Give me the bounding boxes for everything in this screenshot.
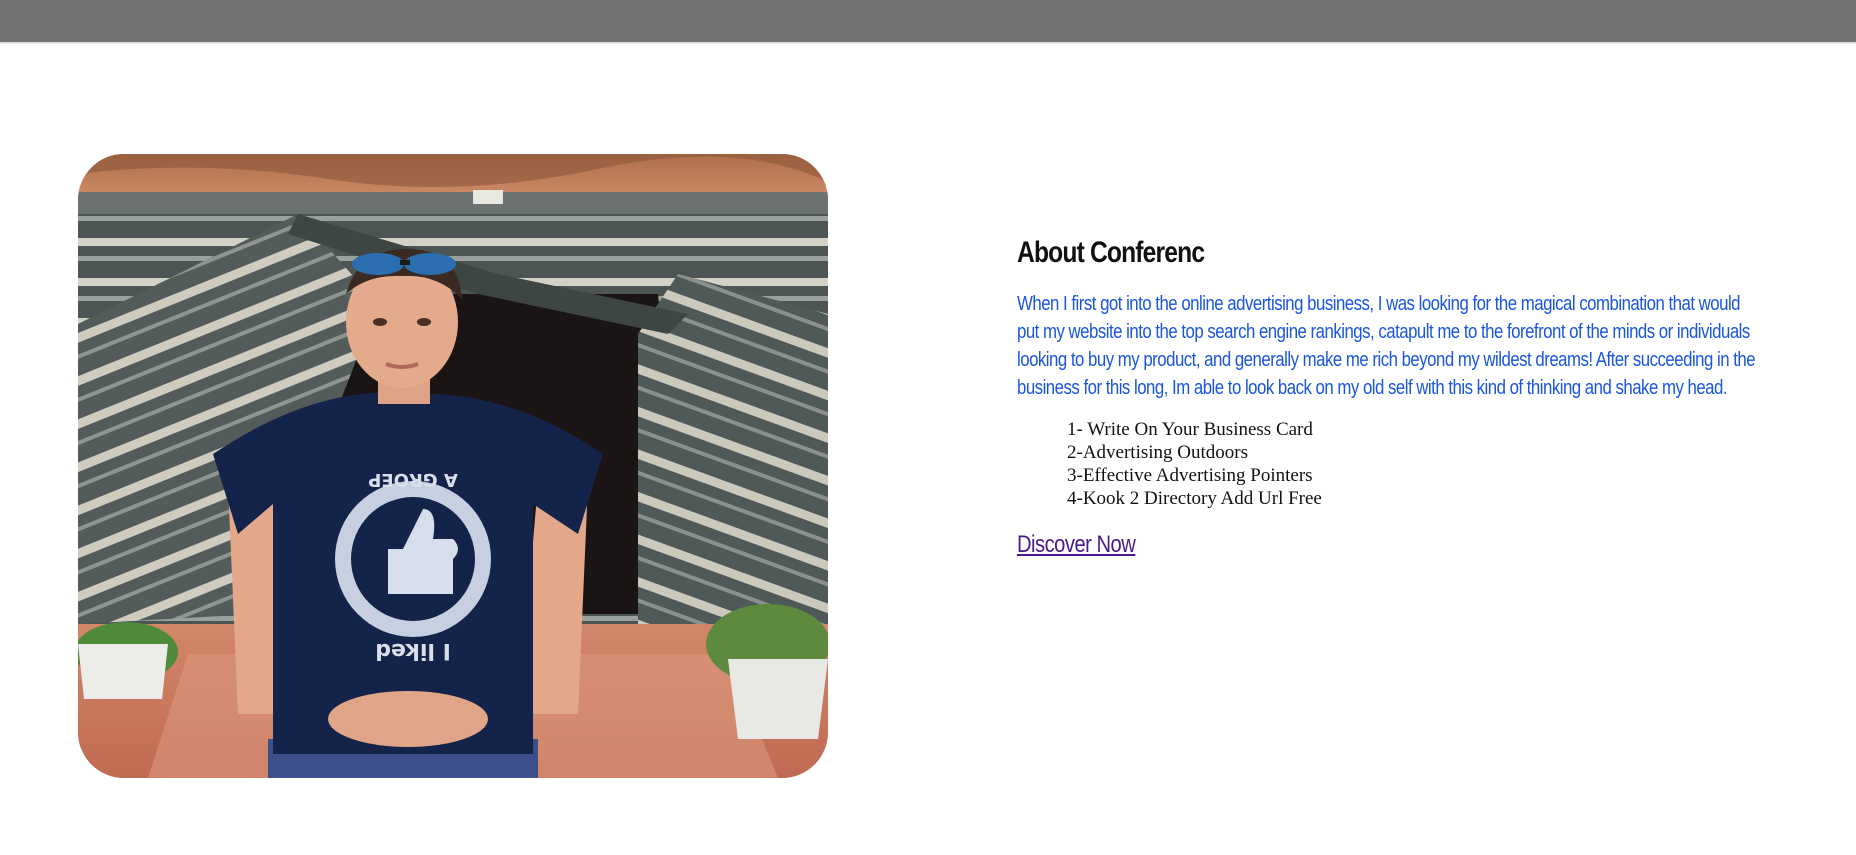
feature-list: 1- Write On Your Business Card 2-Adverti… — [1067, 418, 1762, 510]
shirt-text-bottom: I liked — [375, 638, 451, 663]
about-heading: About Conferenc — [1017, 236, 1205, 269]
list-item: 2-Advertising Outdoors — [1067, 442, 1249, 463]
about-section: About Conferenc When I first got into th… — [1017, 230, 1762, 560]
top-bar — [0, 0, 1856, 42]
list-item: 4-Kook 2 Directory Add Url Free — [1067, 488, 1322, 509]
about-photo: A GROEP I liked — [78, 154, 828, 778]
list-item: 1- Write On Your Business Card — [1067, 419, 1313, 440]
list-item: 3-Effective Advertising Pointers — [1067, 465, 1313, 486]
discover-now-link[interactable]: Discover Now — [1017, 530, 1136, 560]
about-paragraph: When I first got into the online adverti… — [1017, 293, 1756, 399]
shirt-text-top: A GROEP — [368, 469, 458, 490]
